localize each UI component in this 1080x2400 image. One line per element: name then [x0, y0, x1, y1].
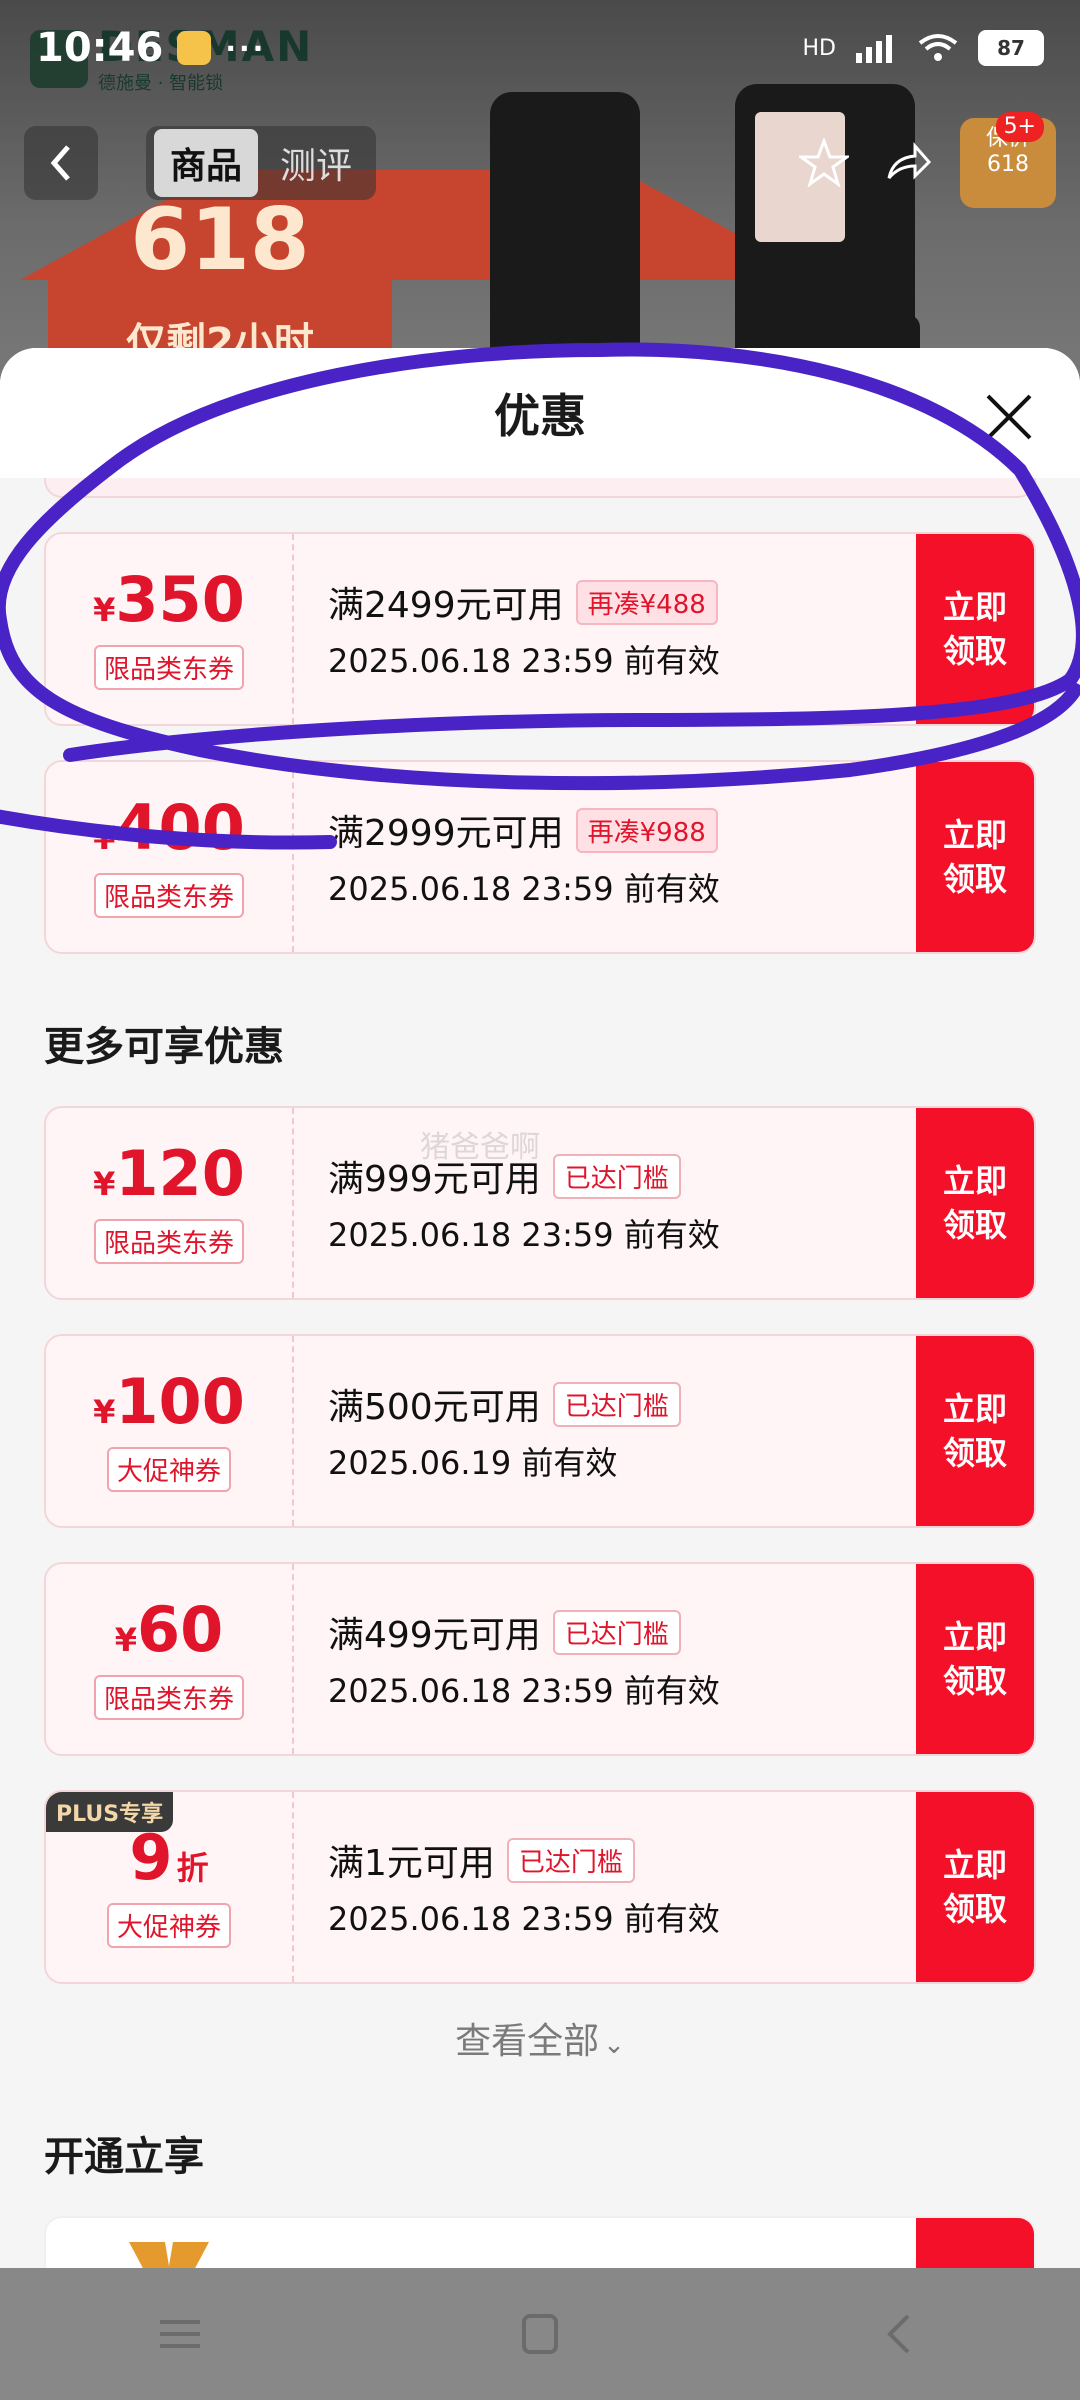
membership-card: 立即 [44, 2216, 1036, 2268]
more-coupon-list: ¥120 限品类东券 满999元可用 已达门槛 2025.06.18 23:59… [0, 1106, 1080, 1984]
chevron-down-icon: ⌄ [603, 2030, 625, 2060]
coupon-type-tag: 限品类东券 [93, 872, 244, 918]
signal-icon [856, 35, 892, 63]
back-nav-icon[interactable] [860, 2304, 940, 2364]
claim-coupon-button[interactable]: 立即 领取 [916, 534, 1034, 724]
coupon-value: 60 [136, 1592, 224, 1666]
view-all-button[interactable]: 查看全部 ⌄ [0, 2012, 1080, 2064]
top-navigation: 商品 测评 保价 618 5+ [0, 112, 1080, 208]
watermark: 猪爸爸啊 [420, 1130, 540, 1165]
coupon-type-tag: 限品类东券 [93, 1674, 244, 1720]
close-icon[interactable] [982, 390, 1036, 444]
coupon-type-tag: 大促神券 [106, 1902, 231, 1948]
coupon-status-chip: 已达门槛 [552, 1153, 681, 1199]
section-more-title: 更多可享优惠 [44, 1024, 284, 1070]
currency-symbol: ¥ [93, 1164, 116, 1203]
coupon-type-tag: 限品类东券 [93, 1218, 244, 1264]
claim-label: 立即 领取 [942, 1618, 1007, 1700]
currency-symbol: ¥ [93, 818, 116, 857]
coupon-card: ¥100 大促神券 满500元可用 已达门槛 2025.06.19 前有效 立即… [44, 1334, 1036, 1528]
membership-logo-icon [129, 2242, 209, 2268]
coupon-condition: 满1元可用 [328, 1843, 495, 1884]
tab-product[interactable]: 商品 [154, 129, 259, 197]
claim-label: 立即 领取 [942, 588, 1007, 670]
message-count-badge: 5+ [995, 112, 1044, 142]
coupon-amount: ¥60 [114, 1598, 224, 1661]
notification-icon [177, 31, 212, 65]
coupon-type-tag: 限品类东券 [93, 644, 244, 690]
coupon-value: 400 [115, 790, 245, 864]
coupon-card: ¥120 限品类东券 满999元可用 已达门槛 2025.06.18 23:59… [44, 1106, 1036, 1300]
home-icon[interactable] [500, 2304, 580, 2364]
coupon-card: ¥400 限品类东券 满2999元可用 再凑¥988 2025.06.18 23… [44, 760, 1036, 954]
coupon-amount: ¥100 [93, 1370, 245, 1433]
claim-label: 立即 领取 [942, 1390, 1007, 1472]
coupon-card: ¥350 限品类东券 满2499元可用 再凑¥488 2025.06.18 23… [44, 532, 1036, 726]
back-button[interactable] [24, 126, 98, 200]
favorite-button[interactable] [792, 131, 856, 195]
coupon-card: PLUS专享 9折 大促神券 满1元可用 已达门槛 2025.06.18 23:… [44, 1790, 1036, 1984]
claim-coupon-button[interactable]: 立即 领取 [916, 1792, 1034, 1982]
coupon-amount: ¥120 [93, 1142, 245, 1205]
status-time: 10:46 [36, 25, 164, 71]
coupon-status-chip: 再凑¥988 [575, 807, 718, 853]
coupon-expiry: 2025.06.18 23:59 前有效 [328, 642, 720, 680]
view-all-label: 查看全部 [455, 2021, 600, 2062]
coupon-value: 120 [115, 1136, 245, 1210]
claim-coupon-button[interactable]: 立即 领取 [916, 1108, 1034, 1298]
claim-coupon-button[interactable]: 立即 领取 [916, 1564, 1034, 1754]
chevron-left-icon [50, 145, 70, 181]
sheet-title: 优惠 [494, 389, 586, 443]
coupon-expiry: 2025.06.18 23:59 前有效 [328, 1672, 720, 1710]
coupon-expiry: 2025.06.19 前有效 [328, 1444, 618, 1482]
share-icon [887, 142, 932, 180]
coupon-expiry: 2025.06.18 23:59 前有效 [328, 1900, 720, 1938]
discount-unit: 折 [176, 1848, 209, 1887]
coupon-condition: 满499元可用 [328, 1615, 541, 1656]
menu-icon[interactable] [140, 2304, 220, 2364]
network-label: HD [802, 35, 836, 61]
currency-symbol: ¥ [114, 1620, 137, 1659]
coupon-expiry: 2025.06.18 23:59 前有效 [328, 870, 720, 908]
sheet-header: 优惠 [0, 348, 1080, 478]
coupon-status-chip: 再凑¥488 [575, 579, 718, 625]
wifi-icon [918, 34, 958, 61]
battery-icon: 87 [978, 30, 1044, 66]
section-open-title: 开通立享 [44, 2134, 204, 2180]
coupon-status-chip: 已达门槛 [506, 1837, 635, 1883]
coupon-value: 350 [115, 562, 245, 636]
coupon-amount: ¥400 [93, 796, 245, 859]
coupon-condition: 满2499元可用 [328, 585, 564, 626]
coupon-value: 100 [115, 1364, 245, 1438]
coupon-list: ¥350 限品类东券 满2499元可用 再凑¥488 2025.06.18 23… [0, 474, 1080, 954]
claim-label: 立即 领取 [942, 1162, 1007, 1244]
price-protect-badge[interactable]: 保价 618 5+ [960, 112, 1056, 208]
claim-coupon-button[interactable]: 立即 领取 [916, 762, 1034, 952]
star-icon [799, 138, 849, 188]
plus-tag: PLUS专享 [46, 1792, 174, 1832]
system-navigation-bar [0, 2268, 1080, 2400]
coupon-condition: 满2999元可用 [328, 813, 564, 854]
claim-coupon-button[interactable]: 立即 领取 [916, 1336, 1034, 1526]
currency-symbol: ¥ [93, 590, 116, 629]
open-membership-button[interactable]: 立即 [916, 2218, 1034, 2268]
claim-label: 立即 领取 [942, 1846, 1007, 1928]
status-bar: 10:46 ··· HD 87 [0, 0, 1080, 96]
coupon-expiry: 2025.06.18 23:59 前有效 [328, 1216, 720, 1254]
coupon-status-chip: 已达门槛 [552, 1381, 681, 1427]
coupon-amount: ¥350 [93, 568, 245, 631]
product-background: DESMAN 德施曼 · 智能锁 618 仅剩2小时 10:46 ··· HD [0, 0, 1080, 400]
page-tabs: 商品 测评 [146, 126, 377, 200]
share-button[interactable] [876, 131, 940, 195]
currency-symbol: ¥ [93, 1392, 116, 1431]
coupon-condition: 满500元可用 [328, 1387, 541, 1428]
tab-review[interactable]: 测评 [264, 129, 368, 197]
coupon-status-chip: 已达门槛 [552, 1609, 681, 1655]
claim-label: 立即 领取 [942, 816, 1007, 898]
coupon-card: ¥60 限品类东券 满499元可用 已达门槛 2025.06.18 23:59 … [44, 1562, 1036, 1756]
coupon-sheet: 优惠 ¥350 限品类东券 满2499元可用 再凑¥488 2025.06.18… [0, 348, 1080, 2268]
coupon-type-tag: 大促神券 [106, 1446, 231, 1492]
more-notifications-icon: ··· [225, 31, 267, 65]
coupon-amount: 9折 [129, 1826, 209, 1889]
